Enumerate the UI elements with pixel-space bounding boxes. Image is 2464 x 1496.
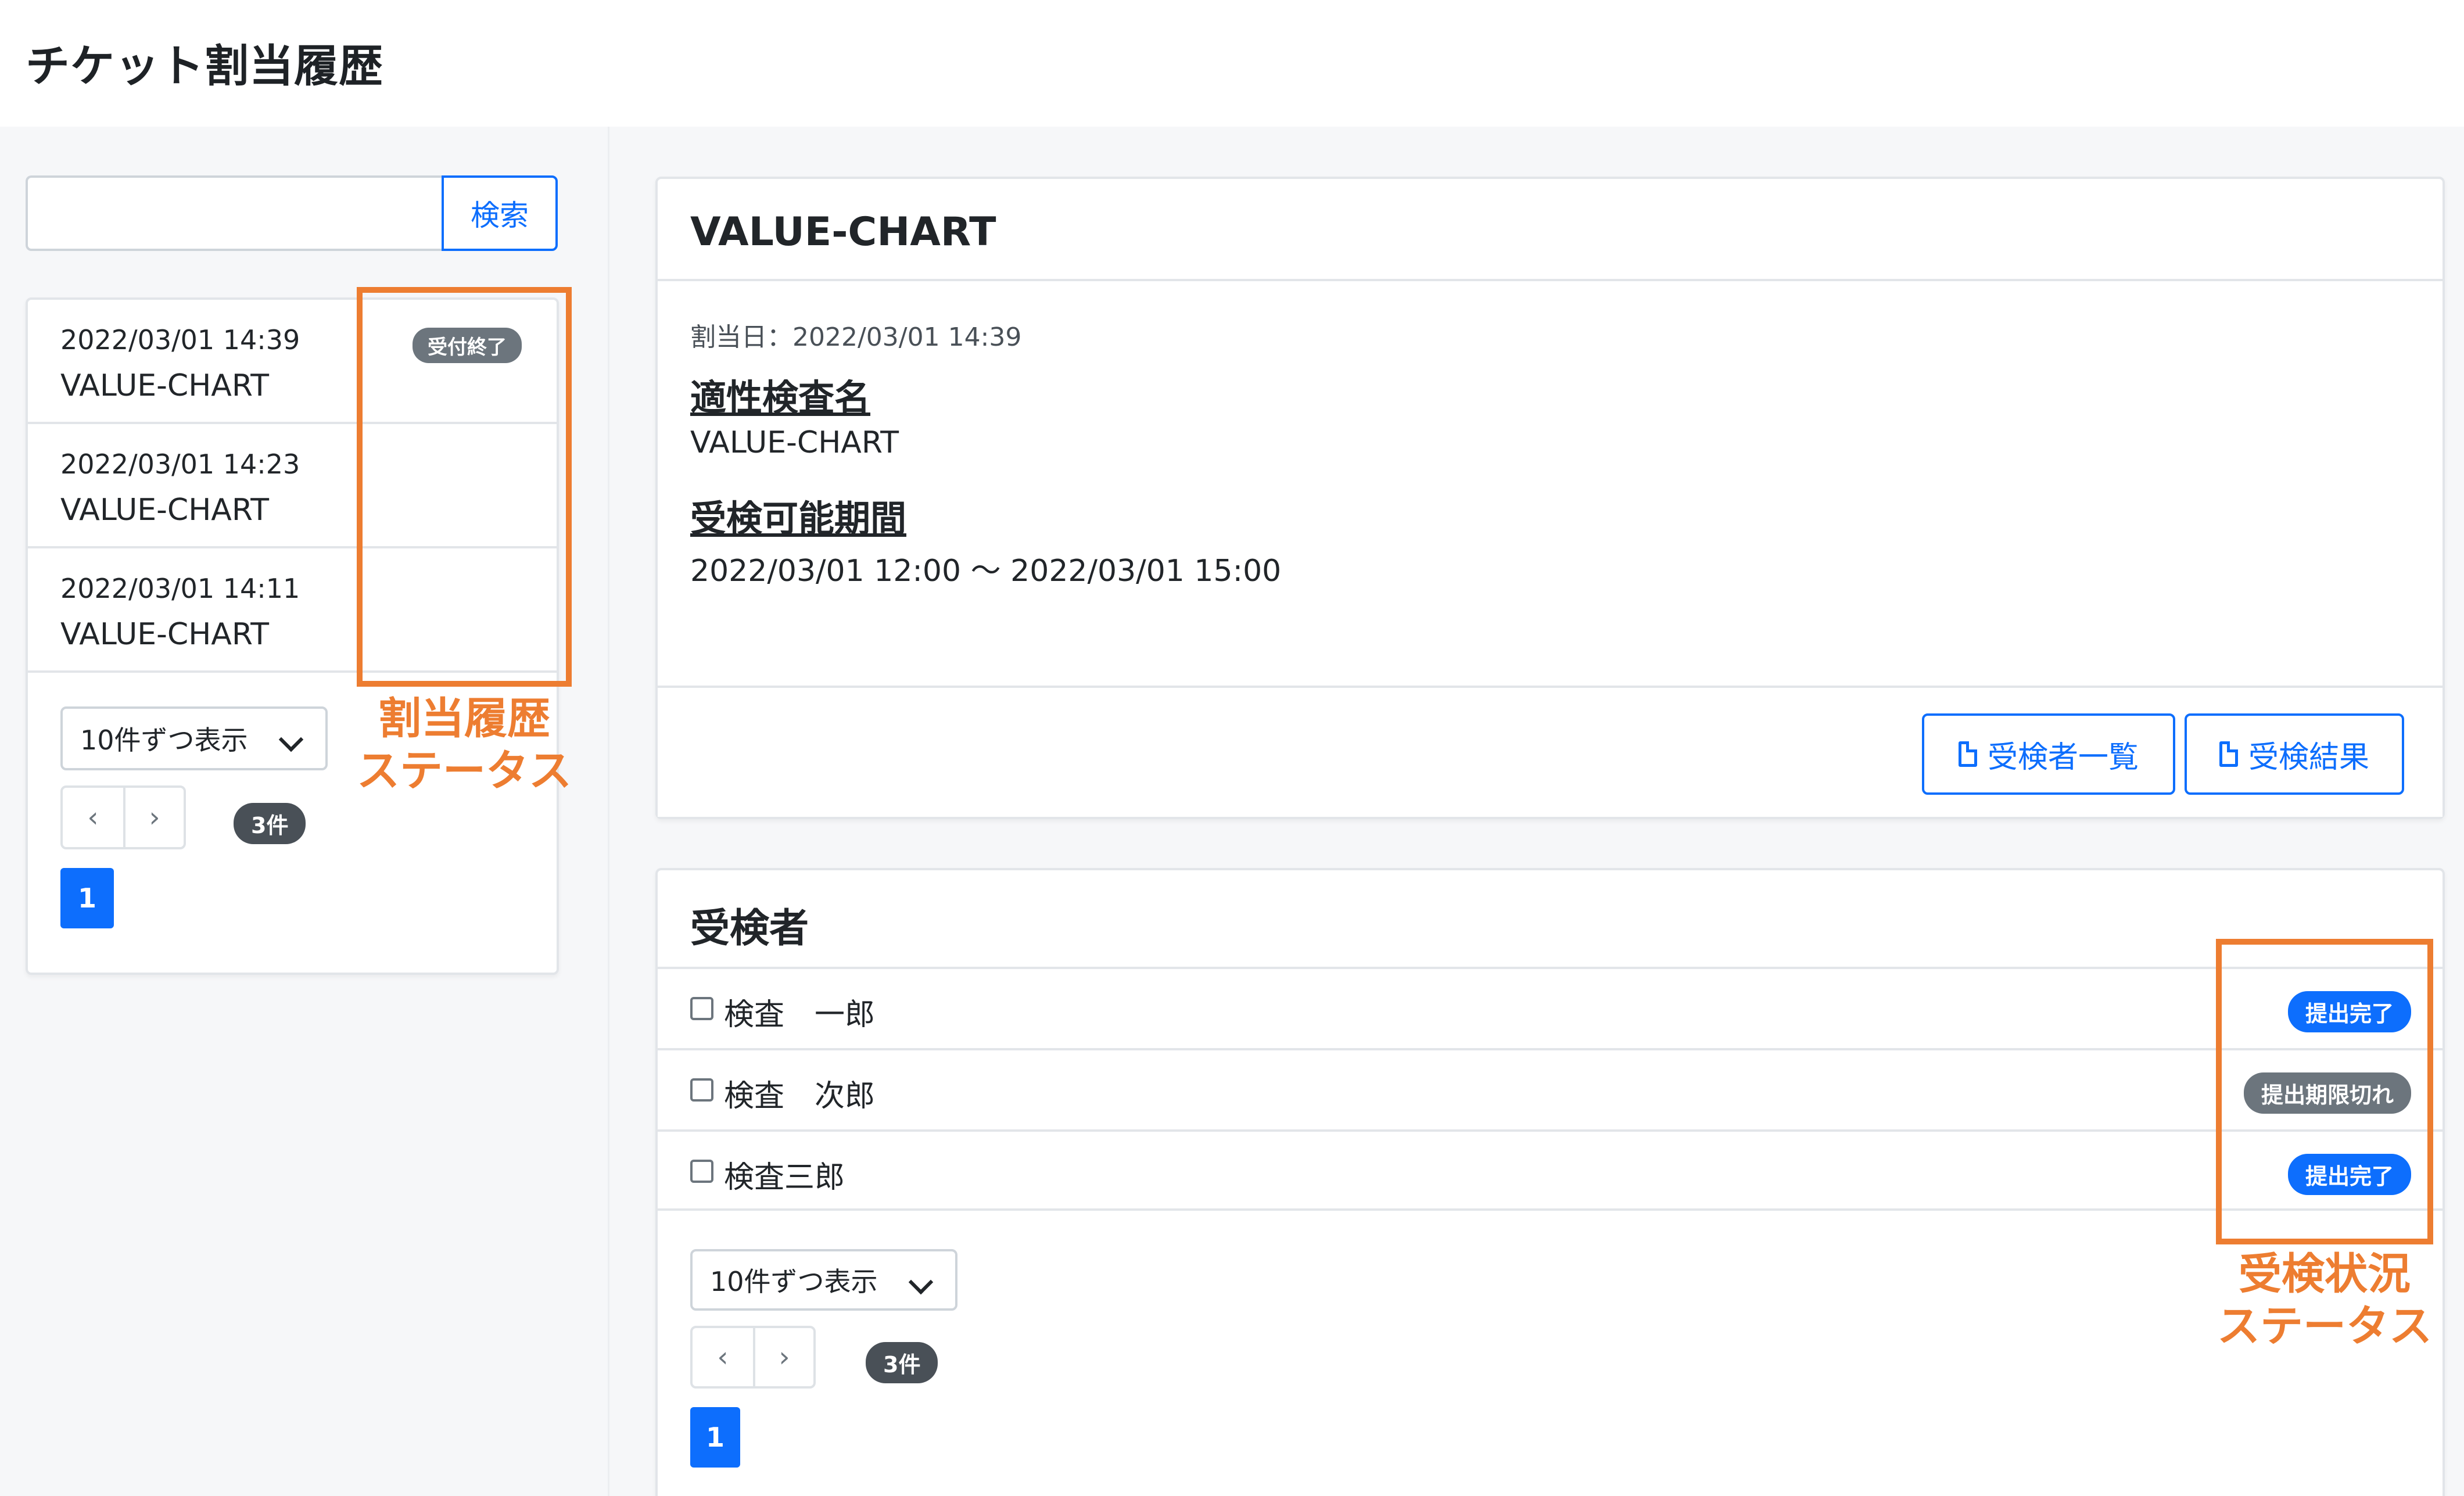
examinee-name: 検査 次郎 <box>724 1079 876 1114</box>
history-item-name: VALUE-CHART <box>60 617 269 652</box>
history-pager: ‹ › <box>60 785 186 849</box>
period-value: 2022/03/01 12:00 〜 2022/03/01 15:00 <box>690 554 1282 589</box>
history-status-annotation-box <box>357 287 572 687</box>
history-page-1-button[interactable]: 1 <box>60 868 114 928</box>
detail-card: VALUE-CHART 割当日：2022/03/01 14:39 適性検査名 V… <box>655 177 2445 819</box>
examinee-row: 検査 一郎 提出完了 <box>658 967 2443 1048</box>
detail-title: VALUE-CHART <box>690 209 996 255</box>
history-next-button[interactable]: › <box>123 788 184 847</box>
history-item-date: 2022/03/01 14:11 <box>60 573 300 604</box>
examinee-list-button-label: 受検者一覧 <box>1987 740 2139 775</box>
history-item-date: 2022/03/01 14:23 <box>60 449 300 480</box>
period-heading: 受検可能期間 <box>690 497 907 540</box>
test-name-heading: 適性検査名 <box>690 376 871 419</box>
search-input[interactable] <box>26 175 443 251</box>
examinees-next-button[interactable]: › <box>753 1328 813 1386</box>
examinees-per-page-label: 10件ずつ表示 <box>710 1266 878 1297</box>
examinee-row: 検査 次郎 提出期限切れ <box>658 1048 2443 1129</box>
chevron-down-icon <box>908 1269 934 1295</box>
examinees-per-page-select[interactable]: 10件ずつ表示 <box>690 1249 957 1311</box>
examinee-name: 検査三郎 <box>724 1160 845 1195</box>
test-name-value: VALUE-CHART <box>690 425 899 460</box>
panel-divider <box>608 127 609 1496</box>
examinee-list-button[interactable]: 受検者一覧 <box>1922 713 2175 795</box>
examinees-prev-button[interactable]: ‹ <box>693 1328 753 1386</box>
exam-status-annotation: 受検状況 ステータス <box>2204 1248 2445 1353</box>
exam-status-annotation-line2: ステータス <box>2217 1301 2432 1351</box>
exam-status-annotation-line1: 受検状況 <box>2239 1249 2411 1299</box>
detail-header: VALUE-CHART <box>658 179 2443 281</box>
results-button[interactable]: 受検結果 <box>2185 713 2404 795</box>
history-count-badge: 3件 <box>234 803 306 844</box>
examinee-checkbox[interactable] <box>690 997 713 1020</box>
examinee-row: 検査三郎 提出完了 <box>658 1129 2443 1211</box>
document-icon <box>2219 741 2238 767</box>
chevron-down-icon <box>278 727 304 752</box>
examinees-page-1-button[interactable]: 1 <box>690 1407 740 1468</box>
assign-date: 割当日：2022/03/01 14:39 <box>690 322 1022 352</box>
page-title: チケット割当履歴 <box>26 40 383 92</box>
history-per-page-label: 10件ずつ表示 <box>80 724 248 756</box>
history-prev-button[interactable]: ‹ <box>63 788 123 847</box>
history-per-page-select[interactable]: 10件ずつ表示 <box>60 706 328 770</box>
history-status-annotation-line1: 割当履歴 <box>378 694 550 744</box>
history-status-annotation-line2: ステータス <box>357 746 572 796</box>
examinees-pager: ‹ › <box>690 1326 816 1389</box>
examinees-count-badge: 3件 <box>866 1342 938 1383</box>
examinees-card: 受検者 検査 一郎 提出完了 検査 次郎 提出期限切れ 検査三郎 提出完了 10… <box>655 868 2445 1496</box>
examinee-checkbox[interactable] <box>690 1160 713 1183</box>
history-item-name: VALUE-CHART <box>60 368 269 403</box>
history-item-name: VALUE-CHART <box>60 493 269 528</box>
exam-status-annotation-box <box>2216 939 2433 1244</box>
document-icon <box>1958 741 1977 767</box>
examinee-checkbox[interactable] <box>690 1078 713 1102</box>
history-item-date: 2022/03/01 14:39 <box>60 324 300 356</box>
detail-footer: 受検者一覧 受検結果 <box>658 686 2443 817</box>
results-button-label: 受検結果 <box>2248 740 2369 775</box>
examinees-title: 受検者 <box>690 906 809 952</box>
search-button[interactable]: 検索 <box>442 175 558 251</box>
examinee-name: 検査 一郎 <box>724 998 876 1032</box>
history-status-annotation: 割当履歴 ステータス <box>345 693 583 797</box>
